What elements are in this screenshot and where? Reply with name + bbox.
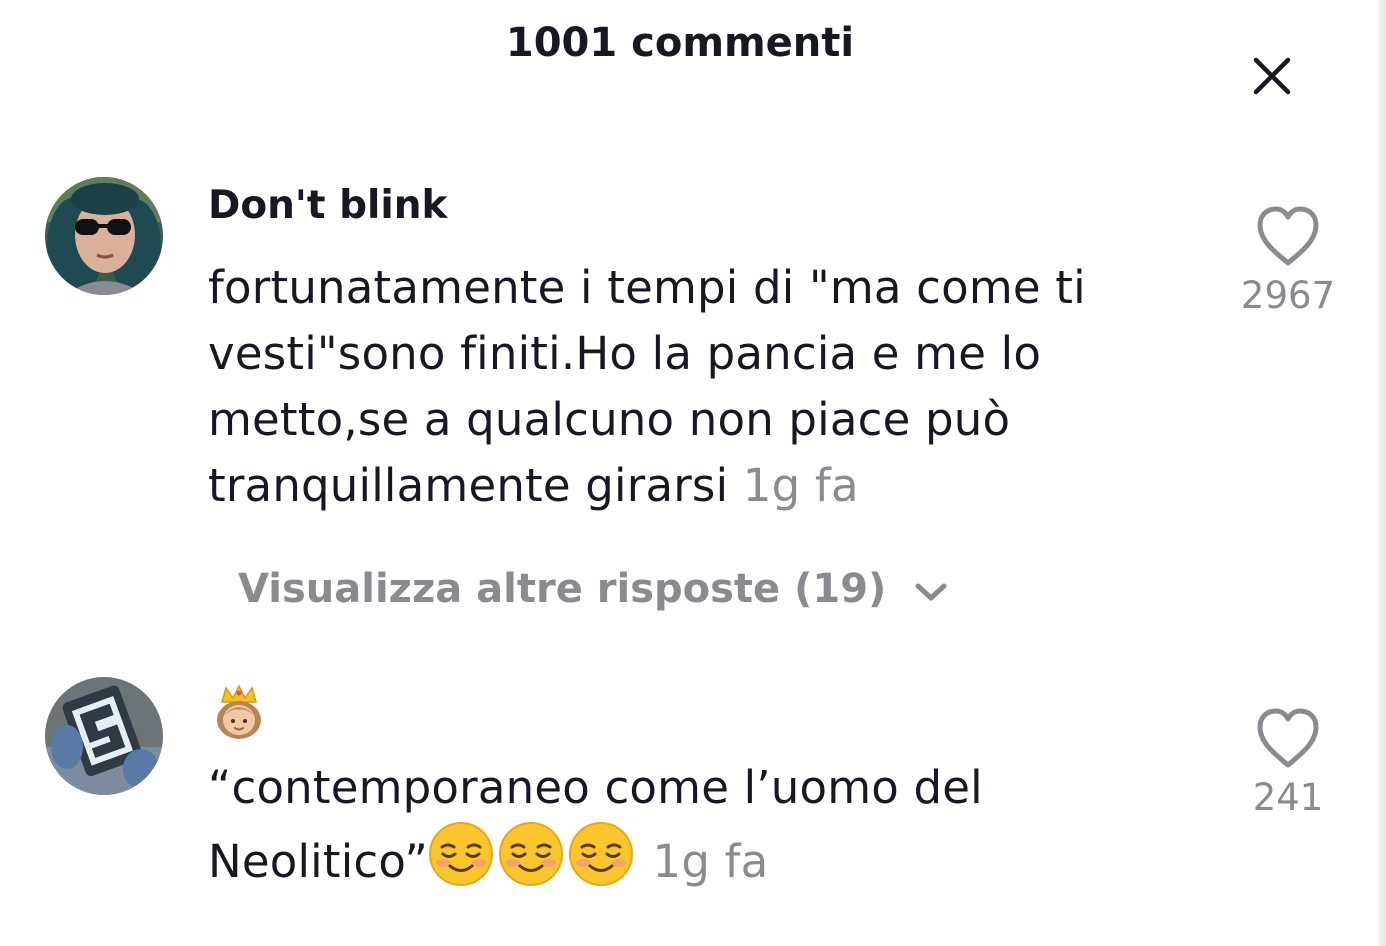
page-title: 1001 commenti xyxy=(505,20,855,66)
smiling-face-emoji xyxy=(498,821,564,905)
close-icon xyxy=(1253,57,1291,95)
heart-outline-icon xyxy=(1257,206,1319,266)
smiling-face-emoji xyxy=(428,821,494,905)
like-button[interactable]: 241 xyxy=(1233,707,1343,821)
like-count: 2967 xyxy=(1240,274,1336,317)
view-replies-label: Visualizza altre risposte (19) xyxy=(238,566,887,612)
princess-emoji xyxy=(212,684,266,744)
smiling-face-emoji xyxy=(568,821,634,905)
like-count: 241 xyxy=(1252,776,1324,819)
comment-body: fortunatamente i tempi di "ma come ti ve… xyxy=(208,261,1086,512)
chevron-down-icon xyxy=(914,581,948,603)
comment-username[interactable]: Don't blink xyxy=(208,180,447,232)
comment-time: 1g fa xyxy=(652,835,769,888)
avatar[interactable] xyxy=(45,177,163,295)
comment-time: 1g fa xyxy=(742,459,859,512)
like-button[interactable]: 2967 xyxy=(1233,205,1343,319)
view-replies-button[interactable]: Visualizza altre risposte (19) xyxy=(238,562,948,616)
heart-outline-icon xyxy=(1257,708,1319,768)
scrollbar-edge xyxy=(1378,0,1386,946)
comment-text: “contemporaneo come l’uomo del Neolitico… xyxy=(208,755,1208,905)
avatar[interactable] xyxy=(45,677,163,795)
close-button[interactable] xyxy=(1242,50,1302,102)
comment-text: fortunatamente i tempi di "ma come ti ve… xyxy=(208,255,1208,519)
